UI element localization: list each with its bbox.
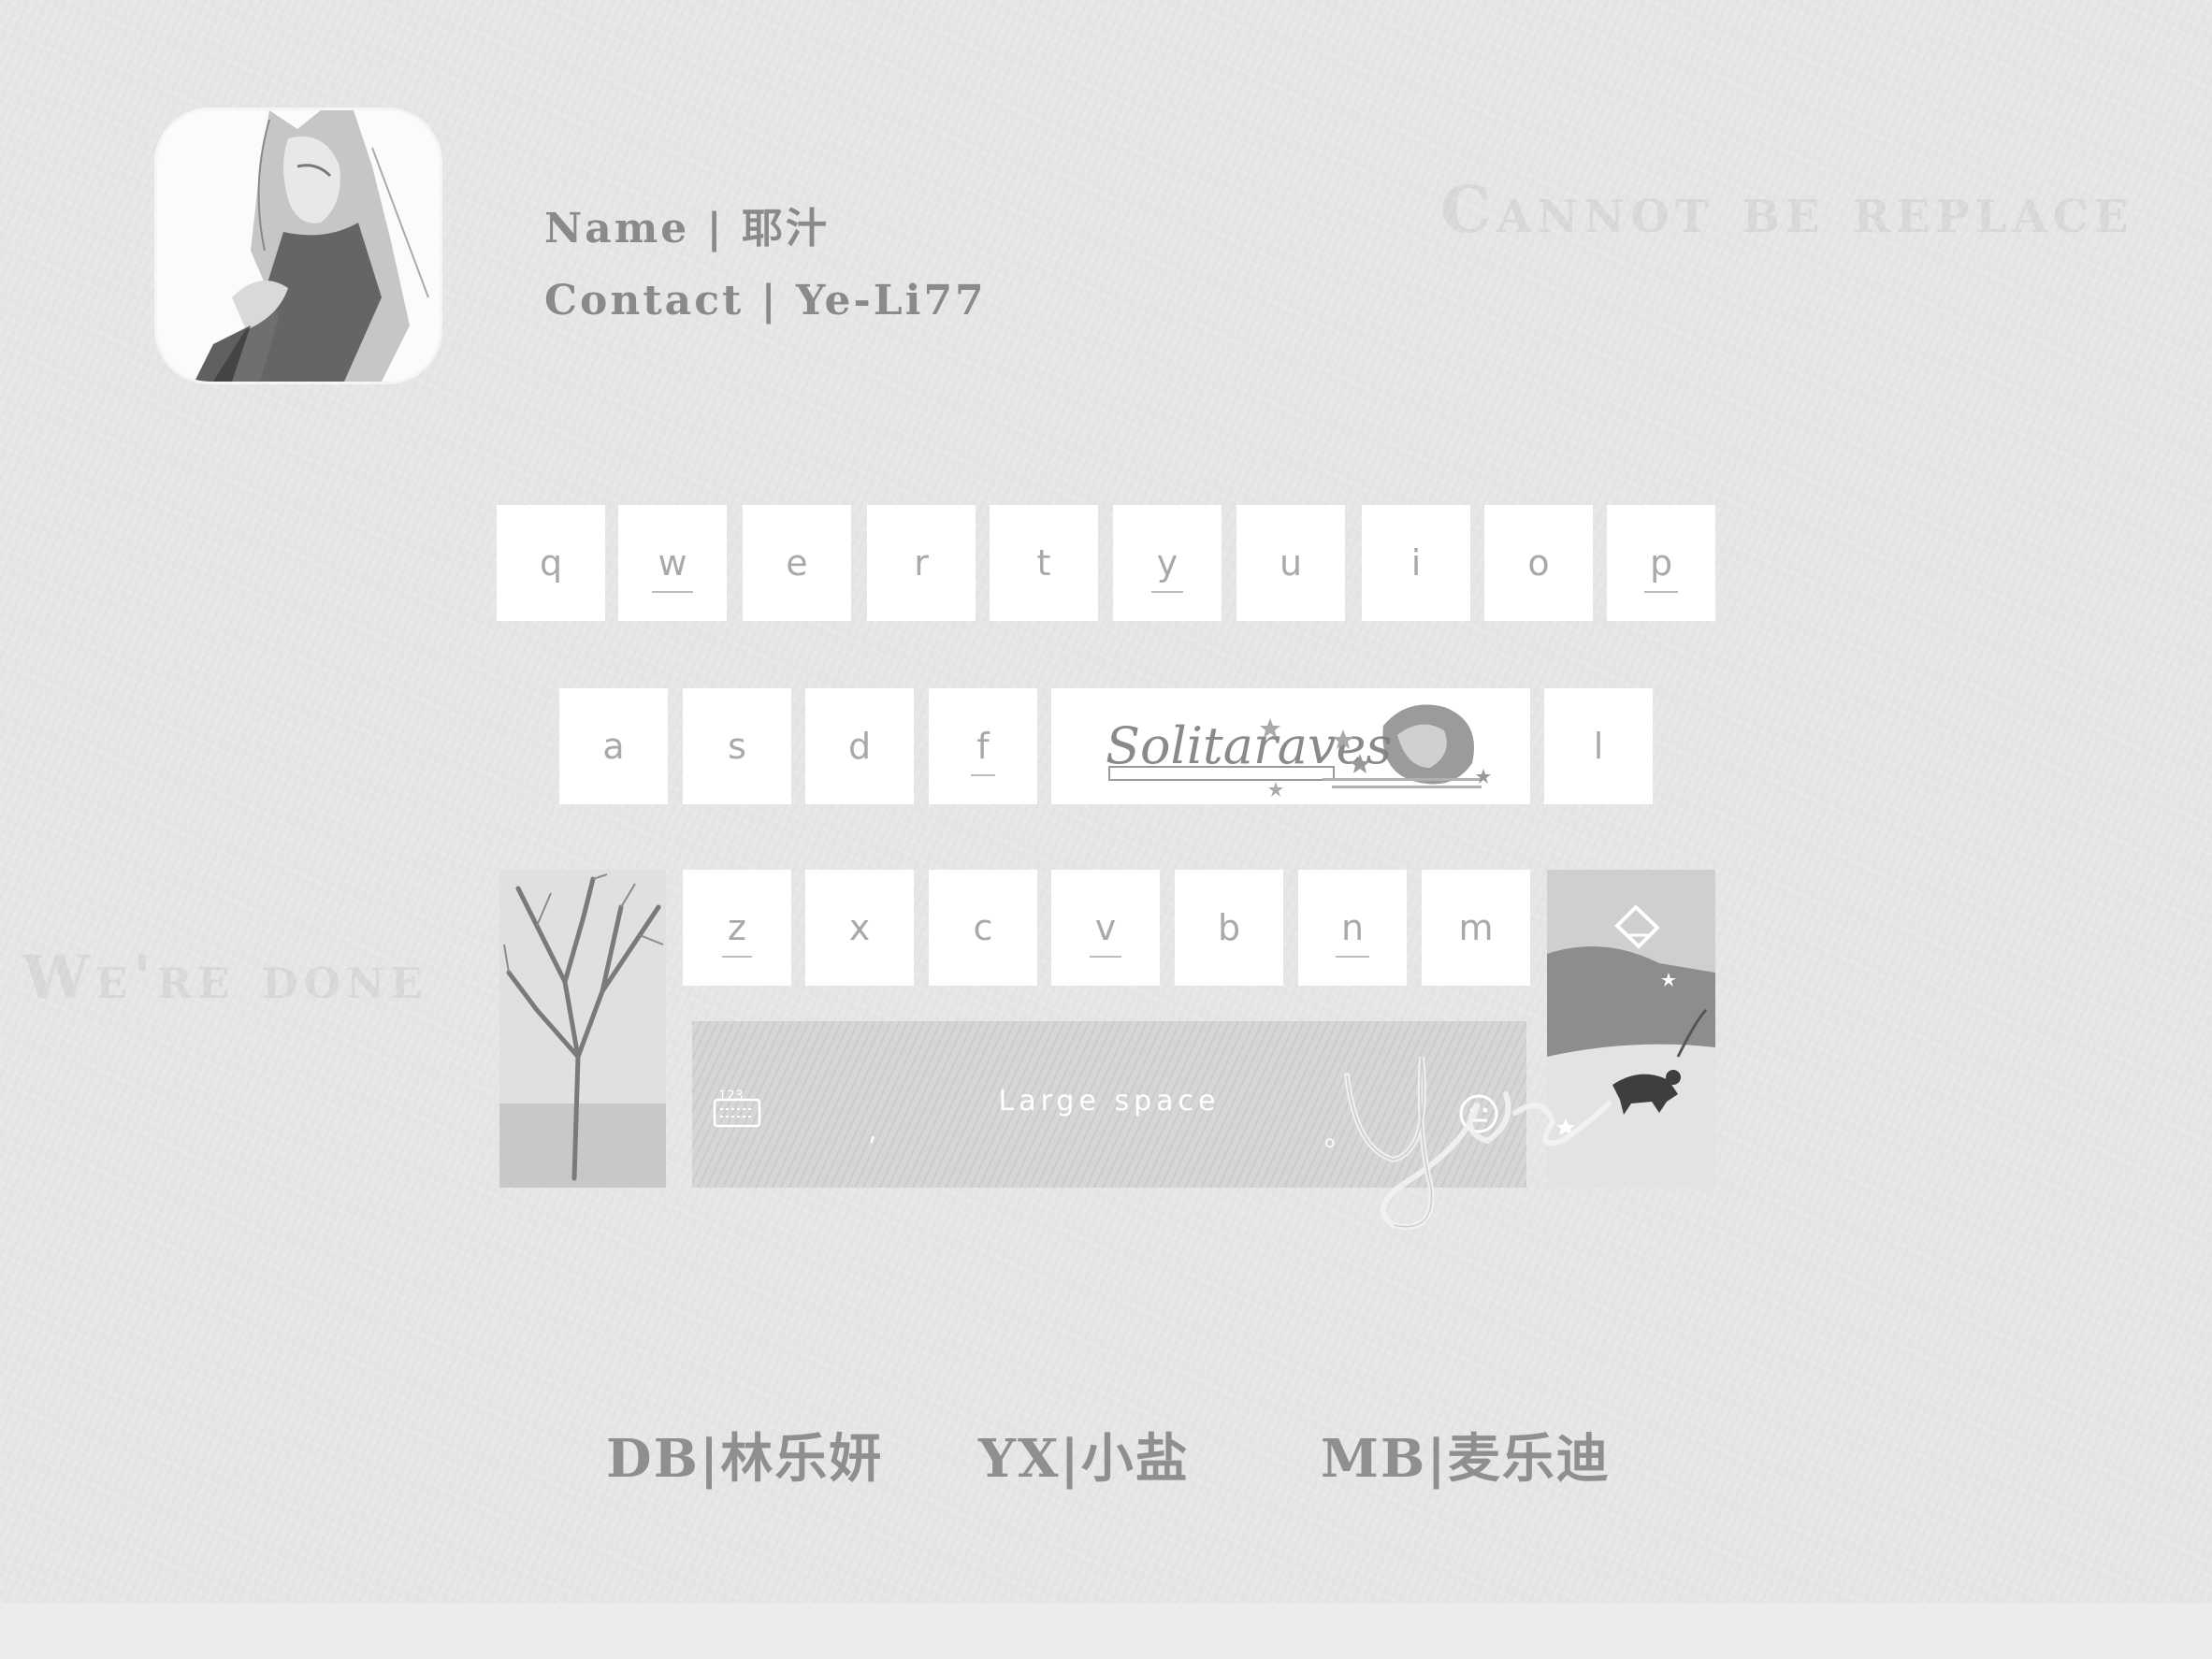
key-w[interactable]: w: [618, 505, 727, 621]
key-p[interactable]: p: [1607, 505, 1715, 621]
signature-logo: [1344, 1056, 1612, 1230]
key-r[interactable]: r: [867, 505, 976, 621]
comma-key[interactable]: ,: [868, 1115, 877, 1147]
key-t[interactable]: t: [990, 505, 1098, 621]
bottom-strip: [0, 1603, 2212, 1659]
banner-key[interactable]: Solitaraves: [1051, 688, 1530, 804]
key-y[interactable]: y: [1113, 505, 1222, 621]
watermark-left: We're done: [22, 943, 428, 1013]
key-c[interactable]: c: [929, 870, 1037, 986]
key-d[interactable]: d: [805, 688, 914, 804]
key-n[interactable]: n: [1298, 870, 1407, 986]
banner-text: Solitaraves: [1106, 716, 1392, 775]
key-v[interactable]: v: [1051, 870, 1160, 986]
key-z[interactable]: z: [683, 870, 791, 986]
key-a[interactable]: a: [559, 688, 668, 804]
credit-db: DB|林乐妍: [606, 1428, 884, 1490]
key-i[interactable]: i: [1362, 505, 1470, 621]
key-o[interactable]: o: [1484, 505, 1593, 621]
key-s[interactable]: s: [683, 688, 791, 804]
key-u[interactable]: u: [1236, 505, 1345, 621]
profile-name: Name | 耶汁: [544, 205, 830, 252]
key-b[interactable]: b: [1175, 870, 1283, 986]
credit-mb: MB|麦乐迪: [1321, 1428, 1611, 1490]
profile-contact[interactable]: Contact | Ye-Li77: [544, 277, 987, 325]
key-f[interactable]: f: [929, 688, 1037, 804]
avatar[interactable]: [157, 110, 440, 382]
photo-tree: [499, 870, 666, 1188]
credit-yx: YX|小盐: [978, 1428, 1190, 1490]
key-e[interactable]: e: [743, 505, 851, 621]
key-q[interactable]: q: [497, 505, 605, 621]
key-l[interactable]: l: [1544, 688, 1653, 804]
key-m[interactable]: m: [1422, 870, 1530, 986]
watermark-top: Cannot be replace: [1440, 173, 2134, 248]
key-x[interactable]: x: [805, 870, 914, 986]
